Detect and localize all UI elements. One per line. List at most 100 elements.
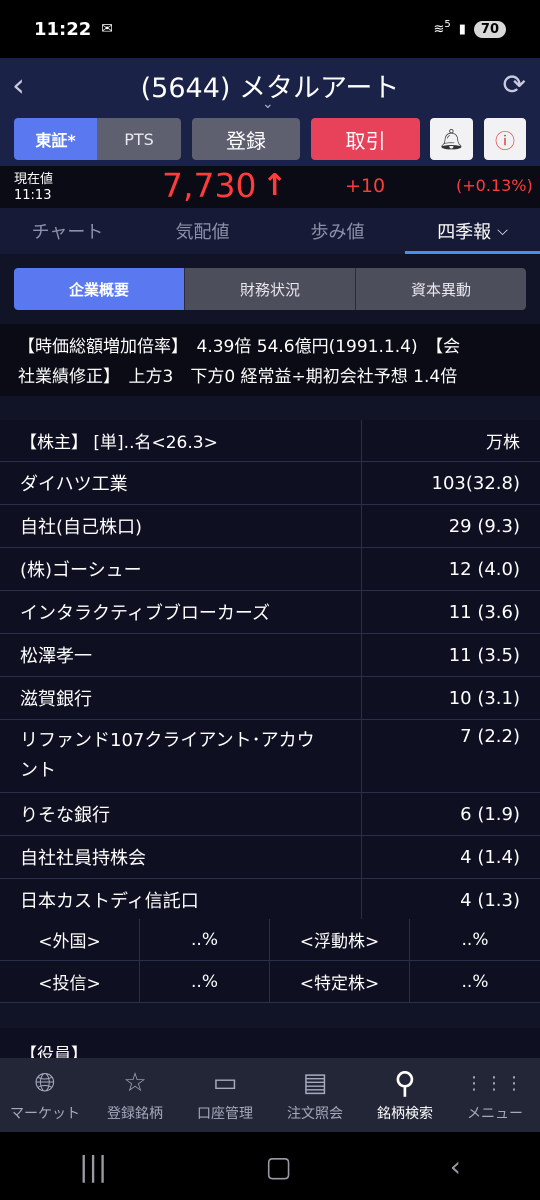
ownership-stats: <外国> ..% <浮動株> ..% <投信> ..% <特定株> ..%: [0, 919, 540, 1003]
nav-orders[interactable]: ▤ 注文照会: [270, 1058, 360, 1132]
subtab-capital-changes[interactable]: 資本異動: [355, 268, 526, 310]
holder-shares: 6 (1.9): [460, 803, 520, 825]
card-icon: ▭: [212, 1068, 238, 1098]
back-icon[interactable]: ‹: [12, 66, 25, 104]
subtab-company-overview[interactable]: 企業概要: [14, 268, 184, 310]
holder-shares: 12 (4.0): [448, 558, 520, 580]
summary-text: 【時価総額増加倍率】 4.39倍 54.6億円(1991.1.4) 【会 社業績…: [0, 324, 540, 396]
nav-watchlist[interactable]: ☆ 登録銘柄: [90, 1058, 180, 1132]
table-row: ダイハツ工業 103(32.8): [0, 462, 540, 505]
app-header: ‹ (5644) メタルアート ⌄ ⟳: [0, 58, 540, 112]
main-tabs: チャート 気配値 歩み値 四季報 ⌵: [0, 208, 540, 254]
stat-label: <浮動株>: [270, 919, 410, 960]
holder-name: ダイハツ工業: [0, 462, 362, 504]
holder-name: 松澤孝一: [0, 634, 362, 676]
tab-chart[interactable]: チャート: [0, 208, 135, 254]
nav-label: 銘柄検索: [377, 1106, 433, 1122]
shareholders-table: 【株主】 [単]..名<26.3> 万株 ダイハツ工業 103(32.8) 自社…: [0, 420, 540, 922]
info-icon: ⓘ: [495, 128, 515, 153]
chevron-down-icon[interactable]: ⌄: [262, 96, 274, 112]
nav-label: メニュー: [467, 1106, 523, 1122]
battery-indicator: 70: [473, 20, 506, 38]
tab-shikiho[interactable]: 四季報 ⌵: [405, 208, 540, 254]
refresh-icon[interactable]: ⟳: [503, 68, 526, 101]
holder-name: インタラクティブブローカーズ: [0, 591, 362, 633]
unit-header: 万株: [486, 433, 520, 453]
holder-shares: 11 (3.6): [448, 601, 520, 623]
tab-quotes[interactable]: 気配値: [135, 208, 270, 254]
table-row: リファンド107クライアント･アカウ ント 7 (2.2): [0, 720, 540, 793]
market-tosho-button[interactable]: 東証*: [14, 118, 97, 160]
market-pts-button[interactable]: PTS: [97, 118, 181, 160]
alert-button[interactable]: 🔔︎: [430, 118, 473, 160]
holder-name: 滋賀銀行: [0, 677, 362, 719]
system-nav: ||| ▢ ‹: [0, 1132, 540, 1200]
nav-label: 登録銘柄: [107, 1106, 163, 1122]
nav-market[interactable]: 🌐︎ マーケット: [0, 1058, 90, 1132]
table-row: 松澤孝一 11 (3.5): [0, 634, 540, 677]
table-row: 滋賀銀行 10 (3.1): [0, 677, 540, 720]
stat-label: <外国>: [0, 919, 140, 960]
officers-title: 【役員】: [20, 1045, 88, 1058]
holder-shares: 29 (9.3): [448, 515, 520, 537]
holder-name: 自社社員持株会: [0, 836, 362, 878]
tab-shikiho-label: 四季報: [437, 222, 492, 243]
star-icon: ☆: [123, 1068, 147, 1098]
holder-name: 自社(自己株口): [0, 505, 362, 547]
price-time: 11:13: [14, 188, 52, 203]
officers-section: 【役員】: [0, 1028, 540, 1058]
register-button[interactable]: 登録: [192, 118, 300, 160]
globe-icon: 🌐︎: [34, 1067, 56, 1098]
chevron-down-icon: ⌵: [497, 223, 508, 239]
sub-tabs: 企業概要 財務状況 資本異動: [14, 268, 526, 310]
holder-shares: 4 (1.3): [460, 889, 520, 911]
tab-ticks[interactable]: 歩み値: [270, 208, 405, 254]
nav-label: 注文照会: [287, 1106, 343, 1122]
signal-label: 5: [444, 18, 451, 30]
holder-shares: 4 (1.4): [460, 846, 520, 868]
stat-value: ..%: [461, 929, 489, 950]
current-price: 7,730: [162, 166, 257, 205]
holder-shares: 11 (3.5): [448, 644, 520, 666]
holder-shares: 10 (3.1): [448, 687, 520, 709]
mail-notification-icon: ✉: [101, 21, 114, 37]
nav-label: 口座管理: [197, 1106, 253, 1122]
bottom-nav: 🌐︎ マーケット ☆ 登録銘柄 ▭ 口座管理 ▤ 注文照会 ⚲ 銘柄検索 ⋮⋮⋮…: [0, 1058, 540, 1132]
search-icon: ⚲: [394, 1065, 416, 1101]
stat-value: ..%: [461, 971, 489, 992]
document-icon: ▤: [302, 1068, 328, 1098]
action-bar: 東証* PTS 登録 取引 🔔︎ ⓘ: [0, 112, 540, 166]
table-row: インタラクティブブローカーズ 11 (3.6): [0, 591, 540, 634]
cell-signal-icon: ▮: [458, 21, 466, 37]
back-nav-icon[interactable]: ‹: [450, 1150, 461, 1183]
holder-name: りそな銀行: [0, 793, 362, 835]
current-price-label: 現在値: [14, 172, 54, 187]
summary-line: 社業績修正】 上方3 下方0 経常益÷期初会社予想 1.4倍: [18, 367, 458, 387]
holder-shares: 7 (2.2): [460, 726, 520, 747]
home-icon[interactable]: ▢: [265, 1150, 291, 1183]
summary-line: 【時価総額増加倍率】 4.39倍 54.6億円(1991.1.4) 【会: [18, 337, 461, 357]
status-bar: 11:22 ✉ ≋ 5 ▮ 70: [0, 0, 540, 58]
grid-icon: ⋮⋮⋮: [465, 1072, 525, 1094]
holder-shares: 103(32.8): [431, 472, 520, 494]
holder-name: 日本カストディ信託口: [0, 879, 362, 921]
holder-name-line: ント: [20, 760, 56, 781]
trade-button[interactable]: 取引: [311, 118, 420, 160]
table-row: 日本カストディ信託口 4 (1.3): [0, 879, 540, 922]
holder-name: (株)ゴーシュー: [0, 548, 362, 590]
price-row: 現在値 11:13 7,730 ↑ +10 (+0.13%): [0, 166, 540, 208]
nav-search[interactable]: ⚲ 銘柄検索: [360, 1058, 450, 1132]
table-header-row: 【株主】 [単]..名<26.3> 万株: [0, 420, 540, 462]
price-change-percent: (+0.13%): [456, 176, 533, 195]
recent-apps-icon[interactable]: |||: [79, 1150, 107, 1183]
price-change: +10: [345, 175, 386, 197]
info-button[interactable]: ⓘ: [484, 118, 526, 160]
subtab-financials[interactable]: 財務状況: [184, 268, 355, 310]
table-row: 自社(自己株口) 29 (9.3): [0, 505, 540, 548]
arrow-up-icon: ↑: [262, 168, 288, 203]
holder-name: リファンド107クライアント･アカウ ント: [0, 720, 362, 792]
bell-icon: 🔔︎: [438, 127, 465, 151]
stat-label: <投信>: [0, 961, 140, 1002]
nav-account[interactable]: ▭ 口座管理: [180, 1058, 270, 1132]
nav-menu[interactable]: ⋮⋮⋮ メニュー: [450, 1058, 540, 1132]
